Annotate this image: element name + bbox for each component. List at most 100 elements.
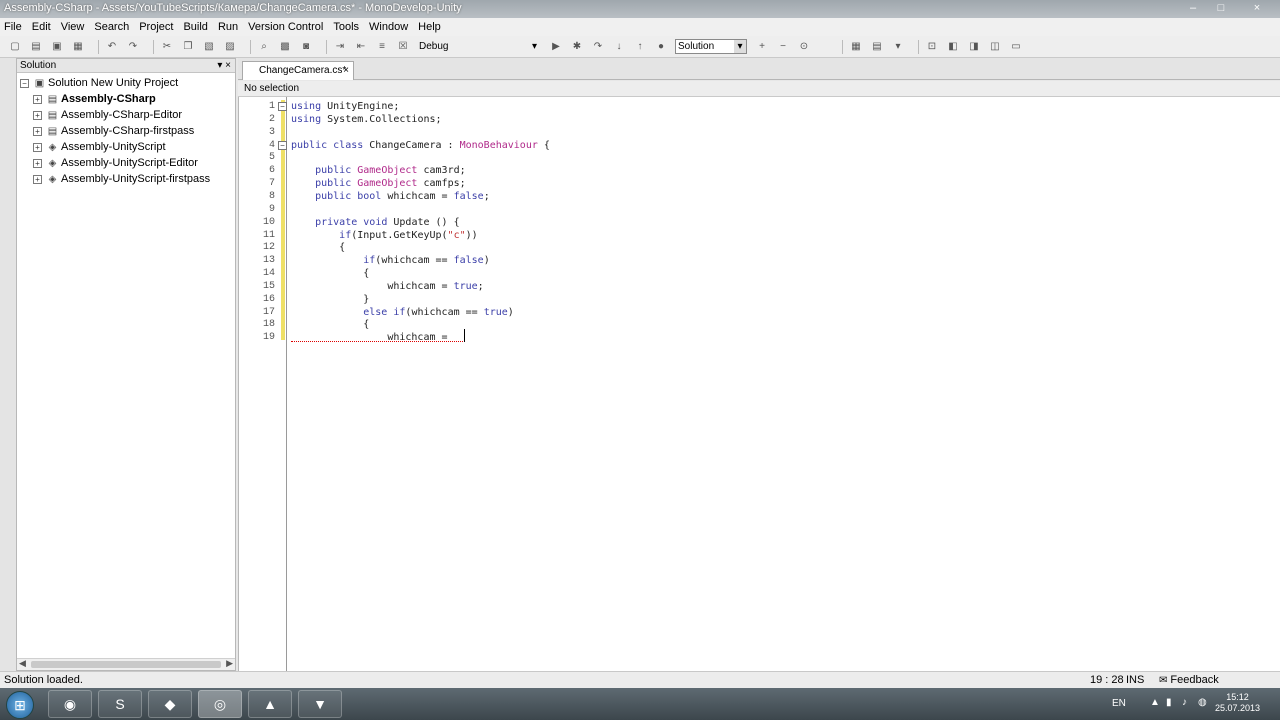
tree-node-project[interactable]: + ▤ Assembly-CSharp-firstpass — [17, 123, 235, 139]
navigation-bar[interactable]: No selection — [238, 81, 1280, 97]
expand-icon[interactable]: + — [33, 111, 42, 120]
expand-icon[interactable]: + — [33, 175, 42, 184]
add-icon[interactable]: + — [755, 40, 769, 54]
expand-icon[interactable]: + — [33, 127, 42, 136]
undo-icon[interactable]: ↶ — [105, 40, 119, 54]
menu-tools[interactable]: Tools — [333, 21, 359, 33]
code-line[interactable]: } — [291, 293, 369, 306]
tree-node-project[interactable]: + ▤ Assembly-CSharp-Editor — [17, 107, 235, 123]
bookmark-icon[interactable]: ⊡ — [925, 40, 939, 54]
code-line[interactable]: private void Update () { — [291, 216, 460, 229]
code-line[interactable]: if(Input.GetKeyUp("c")) — [291, 229, 477, 242]
new-file-icon[interactable]: ▢ — [8, 40, 22, 54]
save-icon[interactable]: ▣ — [50, 40, 64, 54]
tree-node-project[interactable]: + ◈ Assembly-UnityScript-firstpass — [17, 171, 235, 187]
start-button[interactable]: ⊞ — [6, 691, 34, 719]
tree-node-project[interactable]: + ▤ Assembly-CSharp — [17, 91, 235, 107]
expand-icon[interactable]: + — [33, 159, 42, 168]
expand-icon[interactable]: + — [33, 95, 42, 104]
indent-icon[interactable]: ⇥ — [333, 40, 347, 54]
menu-search[interactable]: Search — [94, 21, 129, 33]
menu-build[interactable]: Build — [183, 21, 207, 33]
build-config-select[interactable]: Debug ▾ — [417, 39, 537, 55]
debug-icon[interactable]: ✱ — [570, 40, 584, 54]
maximize-button[interactable]: □ — [1210, 0, 1232, 16]
target-icon[interactable]: ⊙ — [797, 40, 811, 54]
menu-window[interactable]: Window — [369, 21, 408, 33]
expand-icon[interactable]: + — [33, 143, 42, 152]
menu-edit[interactable]: Edit — [32, 21, 51, 33]
collapse-icon[interactable]: − — [20, 79, 29, 88]
close-tab-icon[interactable]: × — [343, 62, 349, 80]
code-line[interactable]: else if(whichcam == true) — [291, 306, 514, 319]
delete-icon[interactable]: ▨ — [223, 40, 237, 54]
close-window-button[interactable]: × — [1246, 0, 1268, 16]
feedback-button[interactable]: ✉ Feedback — [1159, 672, 1219, 689]
comment-icon[interactable]: ≡ — [375, 40, 389, 54]
redo-icon[interactable]: ↷ — [126, 40, 140, 54]
build-icon[interactable]: ▩ — [278, 40, 292, 54]
skype-tray-icon[interactable]: ◍ — [1198, 697, 1207, 708]
bookmark-prev-icon[interactable]: ◧ — [946, 40, 960, 54]
app-taskbar-icon[interactable]: ▼ — [298, 690, 342, 718]
code-editor[interactable]: 1−2 3 4−5 6 7 8 9 10 11 12 13 14 15 16 17 18 19 using Un… — [238, 97, 1280, 671]
code-line[interactable]: whichcam = — [291, 331, 454, 344]
code-line[interactable]: public GameObject cam3rd; — [291, 164, 466, 177]
code-line[interactable]: public bool whichcam = false; — [291, 190, 490, 203]
code-line[interactable]: { — [291, 241, 345, 254]
menu-project[interactable]: Project — [139, 21, 173, 33]
paste-icon[interactable]: ▧ — [202, 40, 216, 54]
clock[interactable]: 15:12 25.07.2013 — [1215, 692, 1260, 714]
tree-node-project[interactable]: + ◈ Assembly-UnityScript — [17, 139, 235, 155]
outdent-icon[interactable]: ⇤ — [354, 40, 368, 54]
app-taskbar-icon[interactable]: ▲ — [248, 690, 292, 718]
remove-icon[interactable]: − — [776, 40, 790, 54]
fold-toggle-icon[interactable]: − — [278, 140, 287, 150]
code-line[interactable]: using UnityEngine; — [291, 100, 399, 113]
tree-node-project[interactable]: + ◈ Assembly-UnityScript-Editor — [17, 155, 235, 171]
step-out-icon[interactable]: ↑ — [633, 40, 647, 54]
volume-icon[interactable]: ♪ — [1182, 697, 1187, 708]
menu-file[interactable]: File — [4, 21, 22, 33]
horizontal-scrollbar[interactable]: ◀ ▶ — [17, 658, 235, 670]
code-line[interactable]: { — [291, 267, 369, 280]
cut-icon[interactable]: ✂ — [160, 40, 174, 54]
code-line[interactable]: public GameObject camfps; — [291, 177, 466, 190]
tree-node-solution[interactable]: − ▣ Solution New Unity Project — [17, 75, 235, 91]
fold-toggle-icon[interactable]: − — [278, 102, 287, 111]
skype-taskbar-icon[interactable]: S — [98, 690, 142, 718]
step-into-icon[interactable]: ↓ — [612, 40, 626, 54]
scrollbar-thumb[interactable] — [31, 661, 221, 668]
save-all-icon[interactable]: ▦ — [71, 40, 85, 54]
layout-alt-icon[interactable]: ▤ — [870, 40, 884, 54]
bookmark-next-icon[interactable]: ◨ — [967, 40, 981, 54]
search-scope-select[interactable]: Solution ▾ — [675, 39, 747, 54]
stop-icon[interactable]: ● — [654, 40, 668, 54]
language-indicator[interactable]: EN — [1112, 698, 1126, 709]
menu-help[interactable]: Help — [418, 21, 441, 33]
layout-icon[interactable]: ▦ — [849, 40, 863, 54]
scroll-right-icon[interactable]: ▶ — [226, 658, 233, 669]
copy-icon[interactable]: ❐ — [181, 40, 195, 54]
tray-arrow-icon[interactable]: ▲ — [1150, 697, 1160, 708]
bookmark-list-icon[interactable]: ▭ — [1009, 40, 1023, 54]
rebuild-icon[interactable]: ◙ — [299, 40, 313, 54]
chevron-down-icon[interactable]: ▾ — [891, 40, 905, 54]
menu-view[interactable]: View — [61, 21, 85, 33]
menu-run[interactable]: Run — [218, 21, 238, 33]
chrome-taskbar-icon[interactable]: ◉ — [48, 690, 92, 718]
minimize-button[interactable]: – — [1182, 0, 1204, 16]
unity-taskbar-icon[interactable]: ◆ — [148, 690, 192, 718]
monodevelop-taskbar-icon[interactable]: ◎ — [198, 690, 242, 718]
tab-changecamera[interactable]: ChangeCamera.cs* × — [242, 61, 354, 80]
code-line[interactable]: public class ChangeCamera : MonoBehaviou… — [291, 139, 550, 152]
code-line[interactable]: whichcam = true; — [291, 280, 483, 293]
step-over-icon[interactable]: ↷ — [591, 40, 605, 54]
find-icon[interactable]: ⌕ — [257, 40, 271, 54]
menu-version-control[interactable]: Version Control — [248, 21, 323, 33]
pad-close-icon[interactable]: ▾ × — [217, 59, 231, 73]
code-line[interactable]: { — [291, 318, 369, 331]
code-line[interactable]: using System.Collections; — [291, 113, 442, 126]
uncomment-icon[interactable]: ☒ — [396, 40, 410, 54]
scroll-left-icon[interactable]: ◀ — [19, 658, 26, 669]
